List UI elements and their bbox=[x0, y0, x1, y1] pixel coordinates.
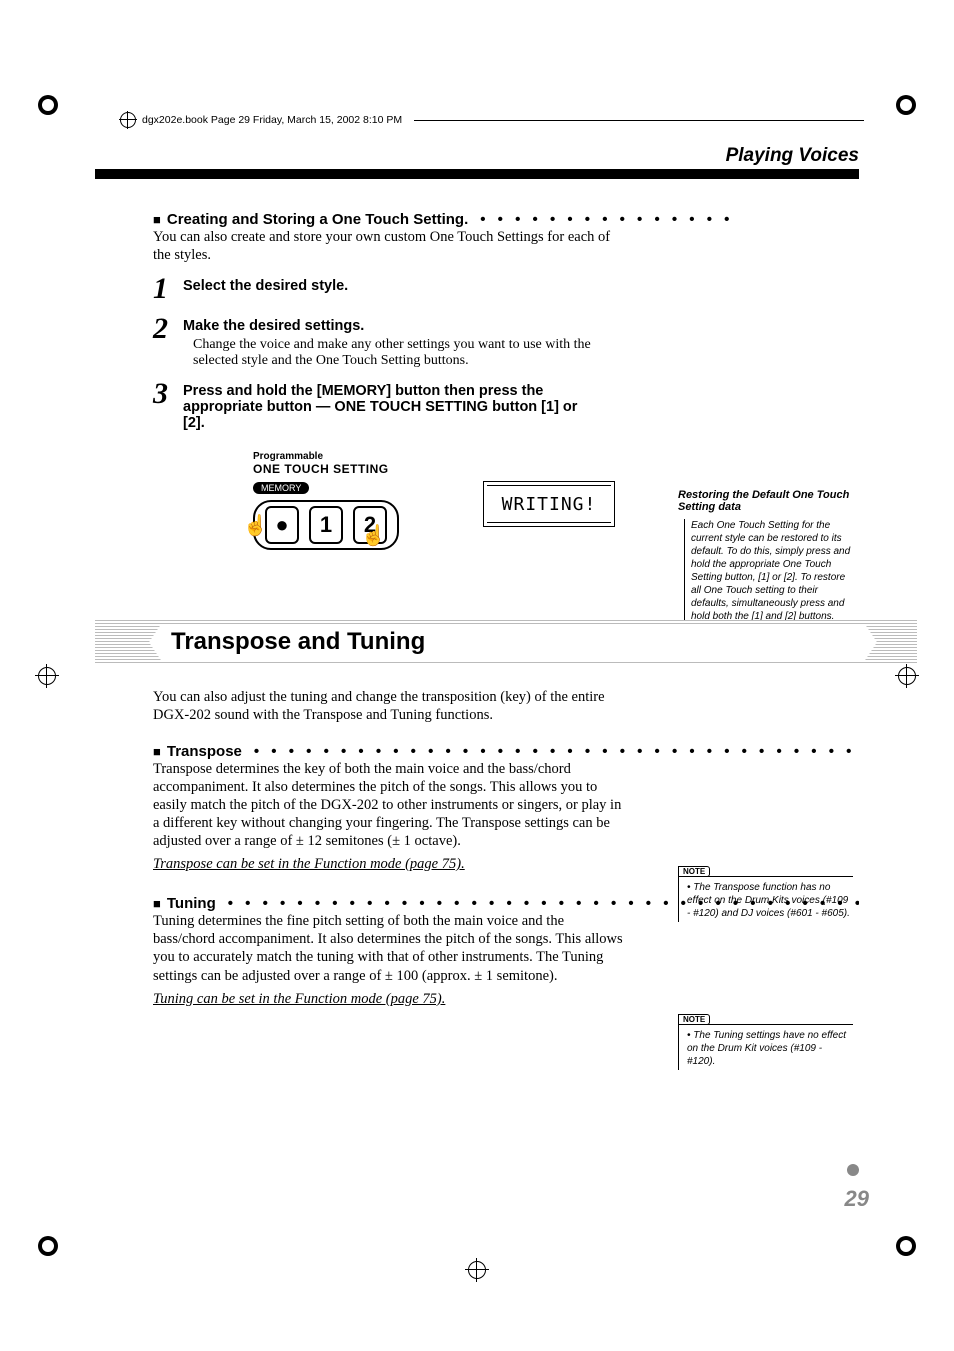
side-note-title: Restoring the Default One Touch Setting … bbox=[678, 489, 853, 513]
intro-text: You can also create and store your own c… bbox=[153, 228, 623, 264]
square-bullet-icon: ■ bbox=[153, 896, 161, 911]
section-band-transpose: Transpose and Tuning bbox=[95, 620, 917, 664]
crop-mark-tr bbox=[896, 95, 916, 115]
note-box-tuning: NOTE • The Tuning settings have no effec… bbox=[678, 1009, 853, 1070]
step-2-title: Make the desired settings. bbox=[183, 318, 603, 334]
crop-mark-br bbox=[896, 1236, 916, 1256]
pdf-header-line: dgx202e.book Page 29 Friday, March 15, 2… bbox=[120, 112, 864, 128]
tuning-link: Tuning can be set in the Function mode (… bbox=[153, 991, 859, 1008]
crop-mark-right bbox=[898, 667, 916, 685]
lcd-display: WRITING! bbox=[483, 481, 615, 527]
chapter-title: Playing Voices bbox=[95, 145, 859, 167]
memory-badge: MEMORY bbox=[253, 482, 309, 494]
leader-dots: • • • • • • • • • • • • • • • bbox=[480, 211, 859, 228]
step-number-1: 1 bbox=[153, 274, 183, 304]
side-note-body: Each One Touch Setting for the current s… bbox=[684, 519, 853, 623]
square-bullet-icon: ■ bbox=[153, 744, 161, 759]
transpose-body: Transpose determines the key of both the… bbox=[153, 760, 628, 851]
header-mark-icon bbox=[120, 112, 136, 128]
heading-text: Creating and Storing a One Touch Setting… bbox=[167, 211, 468, 228]
heading-text: Tuning bbox=[167, 895, 216, 912]
pointer-hand-icon-2: ☝ bbox=[361, 523, 386, 548]
ots-big-label: ONE TOUCH SETTING bbox=[253, 462, 859, 476]
note-text: The Tuning settings have no effect on th… bbox=[687, 1030, 846, 1067]
pointer-hand-icon: ☝ bbox=[243, 513, 268, 538]
subsection-transpose: ■ Transpose • • • • • • • • • • • • • • … bbox=[153, 743, 859, 760]
page-dot-icon bbox=[847, 1164, 859, 1176]
section-title: Transpose and Tuning bbox=[171, 628, 425, 656]
heading-text: Transpose bbox=[167, 743, 242, 760]
ots-small-label: Programmable bbox=[253, 451, 859, 462]
crop-mark-tl bbox=[38, 95, 58, 115]
note-tab-label: NOTE bbox=[678, 1014, 710, 1025]
step-number-2: 2 bbox=[153, 314, 183, 344]
crop-mark-bl bbox=[38, 1236, 58, 1256]
lcd-text: WRITING! bbox=[502, 494, 597, 515]
leader-dots: • • • • • • • • • • • • • • • • • • • • … bbox=[254, 743, 859, 760]
square-bullet-icon: ■ bbox=[153, 212, 161, 227]
section-heading-create-ots: ■ Creating and Storing a One Touch Setti… bbox=[153, 211, 859, 228]
step-number-3: 3 bbox=[153, 379, 183, 409]
note-tab-label: NOTE bbox=[678, 866, 710, 877]
side-note-restore: Restoring the Default One Touch Setting … bbox=[678, 489, 853, 623]
page-number: 29 bbox=[845, 1186, 869, 1212]
crop-mark-left bbox=[38, 667, 56, 685]
ots-button-1: 1 bbox=[309, 506, 343, 544]
memory-record-button: ● bbox=[265, 506, 299, 544]
chapter-bar bbox=[95, 169, 859, 179]
section-intro: You can also adjust the tuning and chang… bbox=[153, 688, 628, 724]
step-2-body: Change the voice and make any other sett… bbox=[193, 337, 593, 369]
tuning-body: Tuning determines the fine pitch setting… bbox=[153, 912, 628, 985]
note-text: The Transpose function has no effect on … bbox=[687, 882, 850, 919]
step-1-title: Select the desired style. bbox=[183, 278, 603, 294]
crop-mark-bottom bbox=[468, 1261, 486, 1279]
step-3-title: Press and hold the [MEMORY] button then … bbox=[183, 383, 603, 431]
header-text: dgx202e.book Page 29 Friday, March 15, 2… bbox=[142, 114, 402, 126]
note-box-transpose: NOTE • The Transpose function has no eff… bbox=[678, 861, 853, 922]
